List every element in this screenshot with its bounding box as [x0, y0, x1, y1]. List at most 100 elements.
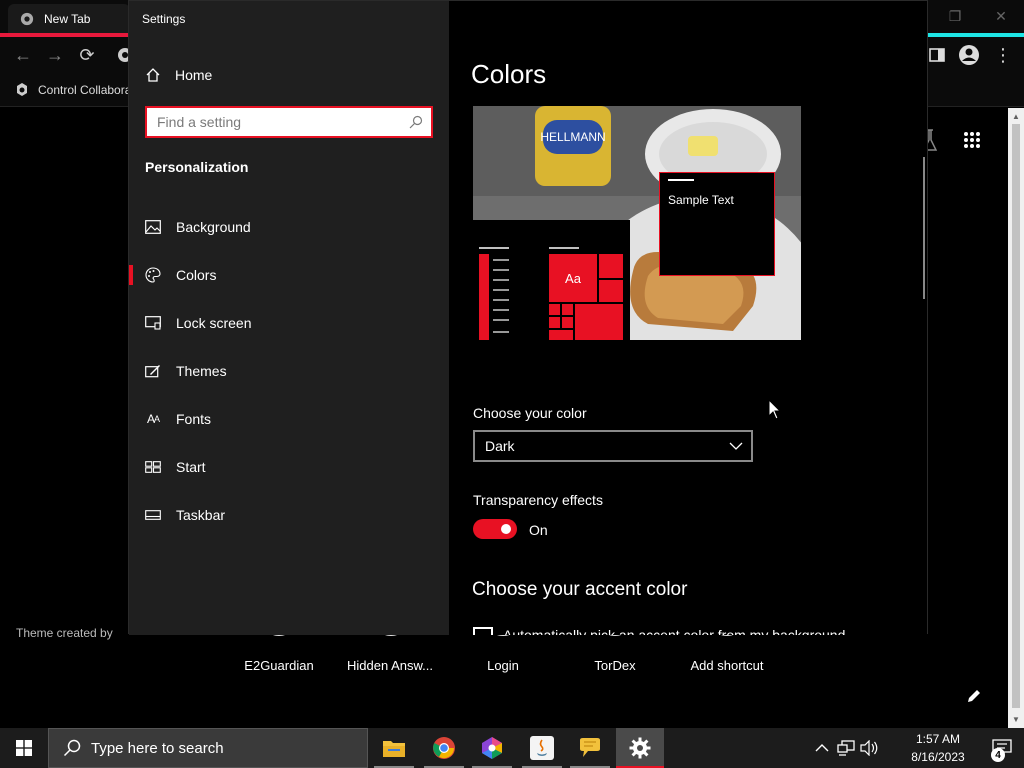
taskbar-messaging[interactable] — [566, 728, 614, 768]
sidebar-item-label: Themes — [176, 363, 227, 379]
settings-search-input[interactable] — [157, 114, 397, 130]
lock-screen-icon — [145, 315, 161, 331]
start-button[interactable] — [0, 728, 48, 768]
browser-scrollbar-thumb[interactable] — [1012, 124, 1020, 708]
svg-text:HELLMANN: HELLMANN — [540, 130, 605, 144]
sidebar-item-label: Fonts — [176, 411, 212, 427]
choose-color-label: Choose your color — [473, 405, 587, 421]
clock-date: 8/16/2023 — [911, 750, 965, 764]
reload-icon[interactable]: ⟳ — [76, 44, 98, 66]
preview-tile — [599, 254, 623, 278]
shortcut-label[interactable]: E2Guardian — [224, 658, 334, 673]
preview-sample-text: Sample Text — [668, 193, 734, 207]
network-icon[interactable] — [836, 738, 856, 758]
shortcut-label[interactable]: Hidden Answ... — [335, 658, 445, 673]
taskbar-file-explorer[interactable] — [370, 728, 418, 768]
transparency-toggle[interactable] — [473, 519, 517, 539]
bookmark-label: Control Collabora — [38, 83, 132, 97]
content-scrollbar[interactable] — [923, 157, 925, 299]
auto-accent-label: Automatically pick an accent color from … — [503, 627, 846, 635]
shortcut-label[interactable]: Add shortcut — [672, 658, 782, 673]
home-link[interactable]: Home — [145, 63, 212, 87]
sidebar-item-lock-screen[interactable]: Lock screen — [129, 303, 449, 343]
search-icon[interactable] — [409, 115, 423, 129]
customize-pencil-icon[interactable] — [964, 686, 984, 706]
sidebar-item-background[interactable]: Background — [129, 207, 449, 247]
section-heading: Personalization — [145, 159, 249, 175]
theme-credit: Theme created by — [16, 626, 113, 640]
action-center-button[interactable] — [980, 728, 1024, 768]
taskbar-app-hex[interactable] — [468, 728, 516, 768]
preview-sample-window: Sample Text — [659, 172, 775, 276]
settings-content: Colors HELLMANN Aa Sample Text Choose yo… — [449, 1, 927, 635]
tray-overflow-chevron-icon[interactable] — [812, 738, 832, 758]
browser-restore-icon[interactable]: ❐ — [940, 6, 970, 26]
settings-search-box[interactable] — [145, 106, 433, 138]
scroll-down-icon[interactable]: ▼ — [1010, 713, 1022, 725]
toggle-knob — [501, 524, 511, 534]
sidebar-item-label: Background — [176, 219, 251, 235]
chevron-down-icon — [729, 442, 743, 450]
back-arrow-icon[interactable]: ← — [12, 44, 34, 66]
shortcut-label[interactable]: Login — [448, 658, 558, 673]
taskbar-chrome[interactable] — [420, 728, 468, 768]
preview-tile — [575, 304, 623, 340]
auto-accent-checkbox[interactable] — [473, 627, 493, 635]
color-mode-value: Dark — [485, 438, 515, 454]
sidebar-item-label: Taskbar — [176, 507, 226, 523]
picture-icon — [145, 219, 161, 235]
taskbar-search-placeholder: Type here to search — [91, 739, 224, 757]
sidebar-item-fonts[interactable]: AA Fonts — [129, 399, 449, 439]
home-icon — [146, 68, 160, 82]
gear-icon — [629, 737, 651, 759]
settings-sidebar: Settings Home Personalization Background… — [129, 1, 449, 635]
profile-avatar-icon[interactable] — [958, 44, 980, 66]
side-panel-icon[interactable] — [926, 44, 948, 66]
preview-tile — [549, 304, 560, 315]
taskbar-settings[interactable] — [616, 728, 664, 768]
browser-tab[interactable]: New Tab — [8, 4, 130, 34]
transparency-label: Transparency effects — [473, 492, 603, 508]
chat-bubble-icon — [580, 738, 600, 757]
taskbar-search-box[interactable]: Type here to search — [48, 728, 368, 768]
color-preview: HELLMANN Aa Sample Text — [473, 106, 801, 340]
chrome-icon — [433, 737, 455, 759]
hexagon-app-icon — [482, 737, 502, 759]
color-mode-dropdown[interactable]: Dark — [473, 430, 753, 462]
sidebar-item-start[interactable]: Start — [129, 447, 449, 487]
start-icon — [145, 459, 161, 475]
browser-close-icon[interactable]: ✕ — [986, 6, 1016, 26]
preview-tile — [599, 280, 623, 302]
taskbar-clock[interactable]: 1:57 AM 8/16/2023 — [896, 730, 980, 766]
sidebar-item-themes[interactable]: Themes — [129, 351, 449, 391]
sidebar-item-label: Lock screen — [176, 315, 252, 331]
sidebar-item-label: Start — [176, 459, 206, 475]
mouse-cursor-icon — [768, 399, 782, 420]
sidebar-item-taskbar[interactable]: Taskbar — [129, 495, 449, 535]
accent-color-heading: Choose your accent color — [472, 579, 688, 600]
settings-window-title: Settings — [142, 12, 186, 26]
chrome-tab-icon — [20, 12, 34, 26]
home-label: Home — [175, 67, 213, 83]
browser-tab-title: New Tab — [44, 12, 91, 26]
preview-tile — [549, 317, 560, 328]
preview-tile-aa: Aa — [549, 254, 597, 302]
bookmark-favicon-icon — [17, 83, 27, 96]
forward-arrow-icon[interactable]: → — [44, 44, 66, 66]
menu-kebab-icon[interactable]: ⋮ — [992, 44, 1014, 66]
taskbar-icon — [145, 507, 161, 523]
bookmark-item[interactable]: Control Collabora — [14, 80, 131, 100]
scroll-up-icon[interactable]: ▲ — [1010, 110, 1022, 122]
themes-icon — [145, 363, 161, 379]
shortcut-label[interactable]: TorDex — [560, 658, 670, 673]
apps-grid-icon[interactable] — [960, 128, 984, 152]
page-title: Colors — [471, 59, 547, 89]
sidebar-item-label: Colors — [176, 267, 217, 283]
settings-window: Settings Home Personalization Background… — [128, 0, 928, 635]
taskbar-java[interactable] — [518, 728, 566, 768]
volume-icon[interactable] — [860, 738, 880, 758]
preview-start-menu: Aa — [473, 220, 630, 340]
preview-sample-bar — [668, 179, 694, 181]
sidebar-item-colors[interactable]: Colors — [129, 255, 449, 295]
folder-icon — [383, 741, 405, 757]
